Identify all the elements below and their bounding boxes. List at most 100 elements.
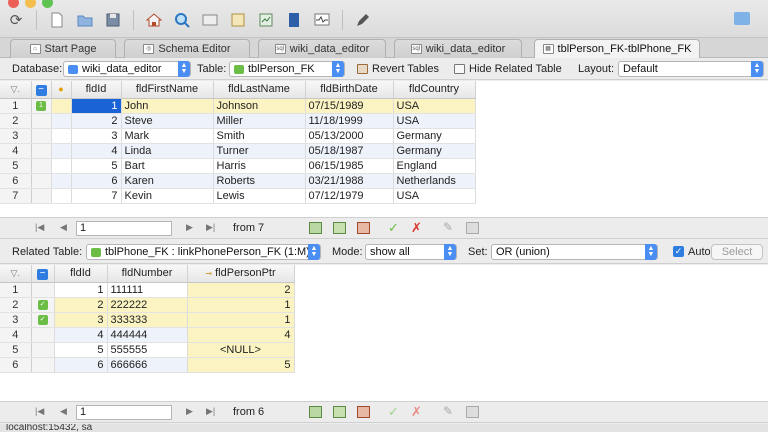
table-row[interactable]: 5 5 555555 <NULL> (0, 342, 295, 358)
form-view-icon[interactable] (466, 222, 479, 234)
minimize-window-button[interactable] (25, 0, 36, 8)
add-row-icon[interactable] (309, 406, 322, 418)
cell-fldid[interactable]: 6 (54, 357, 108, 373)
row-checkbox[interactable] (31, 357, 55, 373)
cell-fldnumber[interactable]: 555555 (107, 342, 188, 358)
cell-fldpersonptr[interactable]: 1 (187, 312, 295, 328)
cell-fldfirstname[interactable]: John (121, 98, 214, 114)
column-header-fldbirthdate[interactable]: fldBirthDate (305, 81, 394, 99)
cell-fldpersonptr[interactable]: 4 (187, 327, 295, 343)
discard-icon[interactable]: ✗ (411, 404, 422, 420)
first-page-icon[interactable]: |◀ (35, 222, 44, 233)
cell-fldbirthdate[interactable]: 07/12/1979 (305, 188, 394, 204)
delete-row-icon[interactable] (357, 406, 370, 418)
sql-editor-icon[interactable] (200, 10, 220, 30)
data-editor-icon[interactable] (228, 10, 248, 30)
close-window-button[interactable] (8, 0, 19, 8)
column-header-fldpersonptr[interactable]: ⊸ fldPersonPtr (187, 265, 295, 283)
cell-fldcountry[interactable]: Germany (393, 143, 476, 159)
cell-fldcountry[interactable]: England (393, 158, 476, 174)
delete-row-icon[interactable] (357, 222, 370, 234)
new-file-icon[interactable] (47, 10, 67, 30)
row-checkbox[interactable] (31, 327, 55, 343)
table-row[interactable]: 7 7 Kevin Lewis 07/12/1979 USA (0, 188, 476, 204)
cell-fldfirstname[interactable]: Karen (121, 173, 214, 189)
layout-select[interactable]: Default ▲ ▼ (618, 61, 764, 77)
duplicate-row-icon[interactable] (333, 406, 346, 418)
revert-tables-button[interactable]: Revert Tables (357, 63, 439, 75)
auto-checkbox[interactable]: ✓ (673, 246, 684, 257)
cell-fldid[interactable]: 4 (71, 143, 122, 159)
tab-person-phone[interactable]: ▦ tblPerson_FK-tblPhone_FK (534, 39, 700, 58)
cell-fldid[interactable]: 2 (54, 297, 108, 313)
previous-page-icon[interactable]: ◀ (60, 406, 67, 417)
cell-fldbirthdate[interactable]: 07/15/1989 (305, 98, 394, 114)
cell-fldpersonptr[interactable]: 2 (187, 282, 295, 298)
column-header-fldnumber[interactable]: fldNumber (107, 265, 188, 283)
last-page-icon[interactable]: ▶| (206, 406, 215, 417)
cell-fldid[interactable]: 7 (71, 188, 122, 204)
cell-fldcountry[interactable]: Netherlands (393, 173, 476, 189)
table-select[interactable]: tblPerson_FK ▲ ▼ (229, 61, 345, 77)
cell-fldbirthdate[interactable]: 03/21/1988 (305, 173, 394, 189)
select-all-toggle[interactable]: − (31, 81, 52, 99)
table-row[interactable]: 2 ✓ 2 222222 1 (0, 297, 295, 313)
tab-schema-editor[interactable]: ◎ Schema Editor (124, 39, 250, 58)
table-row[interactable]: 4 4 Linda Turner 05/18/1987 Germany (0, 143, 476, 159)
cell-fldid[interactable]: 1 (71, 98, 122, 114)
next-page-icon[interactable]: ▶ (186, 222, 193, 233)
edit-pen-icon[interactable]: ✎ (443, 220, 453, 234)
cell-fldid[interactable]: 1 (54, 282, 108, 298)
table-row[interactable]: 3 ✓ 3 333333 1 (0, 312, 295, 328)
cell-fldid[interactable]: 4 (54, 327, 108, 343)
cell-fldfirstname[interactable]: Mark (121, 128, 214, 144)
apply-icon[interactable]: ✓ (388, 404, 399, 420)
mode-select[interactable]: show all ▲ ▼ (365, 244, 457, 260)
cell-fldlastname[interactable]: Turner (213, 143, 306, 159)
table-row[interactable]: 6 6 666666 5 (0, 357, 295, 373)
cell-fldbirthdate[interactable]: 11/18/1999 (305, 113, 394, 129)
refresh-icon[interactable]: ⟳ (6, 10, 26, 30)
column-header-fldid[interactable]: fldId (54, 265, 108, 283)
cell-fldlastname[interactable]: Roberts (213, 173, 306, 189)
cell-fldid[interactable]: 3 (71, 128, 122, 144)
tab-start-page[interactable]: ⌂ Start Page (10, 39, 116, 58)
cell-fldid[interactable]: 5 (54, 342, 108, 358)
tab-wiki-data-editor-2[interactable]: sql wiki_data_editor (394, 39, 522, 58)
table-row[interactable]: 2 2 Steve Miller 11/18/1999 USA (0, 113, 476, 129)
cell-fldlastname[interactable]: Smith (213, 128, 306, 144)
column-header-fldid[interactable]: fldId (71, 81, 122, 99)
select-button[interactable]: Select (711, 244, 763, 260)
row-checkbox[interactable]: ✓ (31, 312, 55, 328)
form-icon[interactable] (256, 10, 276, 30)
table-row[interactable]: 3 3 Mark Smith 05/13/2000 Germany (0, 128, 476, 144)
cell-fldpersonptr[interactable]: <NULL> (187, 342, 295, 358)
cell-fldbirthdate[interactable]: 05/18/1987 (305, 143, 394, 159)
next-page-icon[interactable]: ▶ (186, 406, 193, 417)
related-table-select[interactable]: tblPhone_FK : linkPhonePerson_FK (1:M) ▲… (86, 244, 321, 260)
cell-fldcountry[interactable]: USA (393, 98, 476, 114)
cell-fldnumber[interactable]: 222222 (107, 297, 188, 313)
person-grid[interactable]: ▽. − ● fldId fldFirstName fldLastName fl… (0, 81, 768, 217)
cell-fldfirstname[interactable]: Steve (121, 113, 214, 129)
home-icon[interactable] (144, 10, 164, 30)
first-page-icon[interactable]: |◀ (35, 406, 44, 417)
zoom-window-button[interactable] (42, 0, 53, 8)
row-checkbox[interactable] (31, 282, 55, 298)
page-number-input[interactable]: 1 (76, 221, 172, 236)
apply-icon[interactable]: ✓ (388, 220, 399, 236)
page-number-input[interactable]: 1 (76, 405, 172, 420)
cell-fldfirstname[interactable]: Bart (121, 158, 214, 174)
cell-fldnumber[interactable]: 111111 (107, 282, 188, 298)
select-all-toggle[interactable]: − (31, 265, 55, 283)
column-header-fldfirstname[interactable]: fldFirstName (121, 81, 214, 99)
cell-fldlastname[interactable]: Lewis (213, 188, 306, 204)
cell-fldnumber[interactable]: 666666 (107, 357, 188, 373)
table-row[interactable]: 5 5 Bart Harris 06/15/1985 England (0, 158, 476, 174)
filter-icon[interactable]: ▽. (0, 265, 32, 283)
book-icon[interactable] (284, 10, 304, 30)
set-select[interactable]: OR (union) ▲ ▼ (491, 244, 658, 260)
chat-icon[interactable] (734, 12, 750, 25)
table-row[interactable]: 1 1 1 John Johnson 07/15/1989 USA (0, 98, 476, 114)
previous-page-icon[interactable]: ◀ (60, 222, 67, 233)
